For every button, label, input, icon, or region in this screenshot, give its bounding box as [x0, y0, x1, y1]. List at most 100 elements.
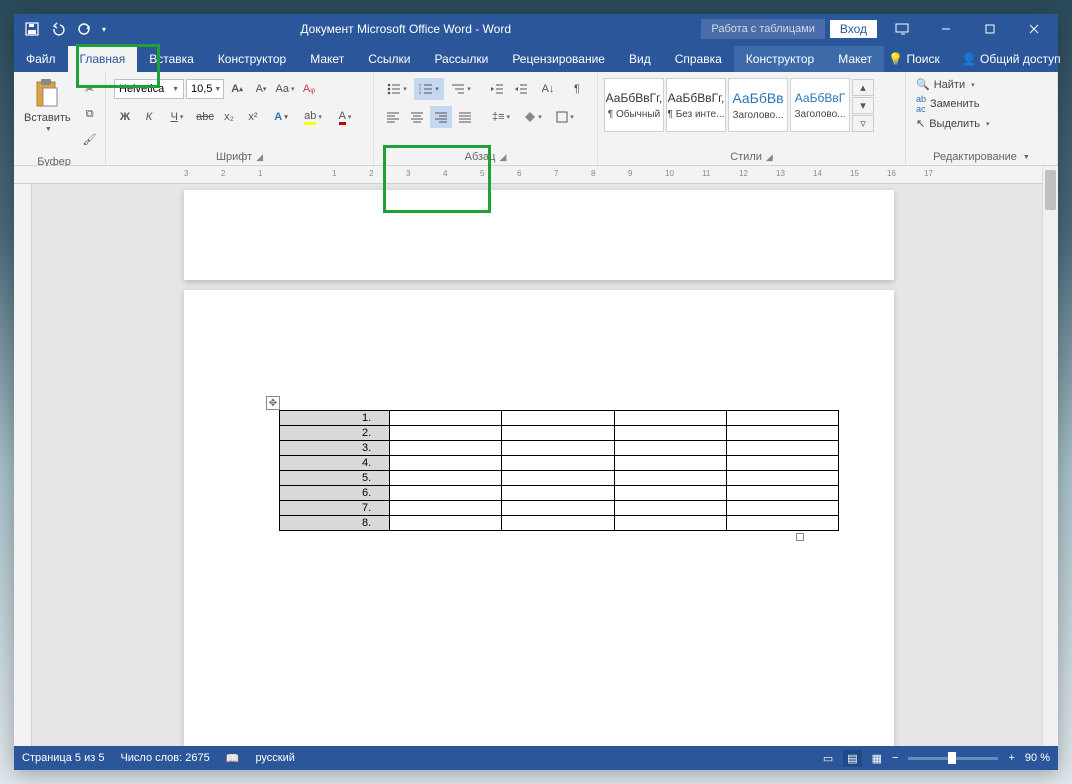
- style-heading2[interactable]: АаБбВвГЗаголово...: [790, 78, 850, 132]
- table-cell[interactable]: [390, 501, 502, 516]
- style-heading1[interactable]: АаБбВвЗаголово...: [728, 78, 788, 132]
- table-cell[interactable]: [726, 471, 838, 486]
- scrollbar-thumb[interactable]: [1045, 170, 1056, 210]
- status-proofing-icon[interactable]: 📖: [226, 752, 240, 765]
- font-name-combo[interactable]: Helvetica▼: [114, 79, 184, 99]
- page-5[interactable]: ✥ 1.2.3.4.5.6.7.8.: [184, 290, 894, 746]
- justify-button[interactable]: [454, 106, 476, 128]
- sort-button[interactable]: A↓: [534, 78, 564, 100]
- italic-button[interactable]: К: [138, 106, 160, 128]
- table-cell[interactable]: [502, 486, 614, 501]
- table-move-handle[interactable]: ✥: [266, 396, 280, 410]
- row-number-cell[interactable]: 4.: [280, 456, 390, 471]
- show-hide-marks-button[interactable]: ¶: [566, 78, 588, 100]
- table-cell[interactable]: [614, 471, 726, 486]
- font-color-button[interactable]: A▾: [330, 106, 360, 128]
- table-cell[interactable]: [614, 516, 726, 531]
- table-cell[interactable]: [502, 501, 614, 516]
- row-number-cell[interactable]: 5.: [280, 471, 390, 486]
- table-cell[interactable]: [614, 411, 726, 426]
- table-cell[interactable]: [390, 486, 502, 501]
- document-table[interactable]: 1.2.3.4.5.6.7.8.: [279, 410, 839, 531]
- grow-font-button[interactable]: A▴: [226, 78, 248, 100]
- zoom-out-button[interactable]: −: [892, 752, 898, 764]
- row-number-cell[interactable]: 6.: [280, 486, 390, 501]
- strikethrough-button[interactable]: abc: [194, 106, 216, 128]
- tab-file[interactable]: Файл: [14, 46, 68, 72]
- table-row[interactable]: 2.: [280, 426, 839, 441]
- table-cell[interactable]: [726, 456, 838, 471]
- style-normal[interactable]: АаБбВвГг,¶ Обычный: [604, 78, 664, 132]
- tab-layout[interactable]: Макет: [298, 46, 356, 72]
- status-word-count[interactable]: Число слов: 2675: [120, 752, 209, 764]
- vertical-scrollbar[interactable]: [1042, 166, 1058, 746]
- minimize-button[interactable]: [926, 15, 966, 43]
- row-number-cell[interactable]: 2.: [280, 426, 390, 441]
- superscript-button[interactable]: x²: [242, 106, 264, 128]
- row-number-cell[interactable]: 7.: [280, 501, 390, 516]
- tab-mailings[interactable]: Рассылки: [422, 46, 500, 72]
- save-button[interactable]: [20, 17, 44, 41]
- styles-scroll-down[interactable]: ▾: [852, 97, 874, 114]
- zoom-in-button[interactable]: +: [1008, 752, 1014, 764]
- tab-table-layout[interactable]: Макет: [826, 46, 884, 72]
- clear-formatting-button[interactable]: Aᵩ: [298, 78, 320, 100]
- table-cell[interactable]: [502, 426, 614, 441]
- multilevel-list-button[interactable]: ▾: [446, 78, 476, 100]
- row-number-cell[interactable]: 8.: [280, 516, 390, 531]
- table-cell[interactable]: [614, 501, 726, 516]
- table-cell[interactable]: [726, 411, 838, 426]
- text-effects-button[interactable]: A▾: [266, 106, 296, 128]
- bold-button[interactable]: Ж: [114, 106, 136, 128]
- table-cell[interactable]: [390, 411, 502, 426]
- table-cell[interactable]: [726, 486, 838, 501]
- table-resize-handle[interactable]: [796, 533, 804, 541]
- table-cell[interactable]: [390, 426, 502, 441]
- table-cell[interactable]: [614, 456, 726, 471]
- redo-button[interactable]: [72, 17, 96, 41]
- tab-table-design[interactable]: Конструктор: [734, 46, 826, 72]
- underline-button[interactable]: Ч▾: [162, 106, 192, 128]
- table-cell[interactable]: [614, 486, 726, 501]
- format-painter-button[interactable]: 🖌: [79, 128, 101, 150]
- highlight-color-button[interactable]: ab▾: [298, 106, 328, 128]
- table-cell[interactable]: [502, 411, 614, 426]
- tab-references[interactable]: Ссылки: [356, 46, 422, 72]
- table-cell[interactable]: [726, 426, 838, 441]
- shrink-font-button[interactable]: A▾: [250, 78, 272, 100]
- table-row[interactable]: 3.: [280, 441, 839, 456]
- table-cell[interactable]: [726, 441, 838, 456]
- font-size-combo[interactable]: 10,5▼: [186, 79, 224, 99]
- table-row[interactable]: 1.: [280, 411, 839, 426]
- increase-indent-button[interactable]: [510, 78, 532, 100]
- zoom-slider-thumb[interactable]: [948, 752, 956, 764]
- tell-me-search[interactable]: 💡 Поиск: [884, 46, 944, 72]
- cut-button[interactable]: ✂: [79, 78, 101, 100]
- table-cell[interactable]: [502, 516, 614, 531]
- undo-button[interactable]: [46, 17, 70, 41]
- align-right-button[interactable]: [430, 106, 452, 128]
- zoom-slider[interactable]: [908, 757, 998, 760]
- table-cell[interactable]: [726, 516, 838, 531]
- copy-button[interactable]: ⧉: [79, 103, 101, 125]
- styles-expand[interactable]: ▿: [852, 115, 874, 132]
- numbering-button[interactable]: 123▾: [414, 78, 444, 100]
- tab-design[interactable]: Конструктор: [206, 46, 298, 72]
- table-row[interactable]: 6.: [280, 486, 839, 501]
- font-dialog-launcher[interactable]: ◢: [256, 152, 263, 163]
- decrease-indent-button[interactable]: [486, 78, 508, 100]
- align-left-button[interactable]: [382, 106, 404, 128]
- table-cell[interactable]: [390, 471, 502, 486]
- view-web-layout[interactable]: ▦: [872, 752, 882, 765]
- pages-viewport[interactable]: I ✥ 1.2.3.4.5.6.7.8.: [32, 184, 1042, 746]
- line-spacing-button[interactable]: ‡≡▾: [486, 106, 516, 128]
- style-no-spacing[interactable]: АаБбВвГг,¶ Без инте...: [666, 78, 726, 132]
- table-cell[interactable]: [390, 441, 502, 456]
- select-button[interactable]: ↖Выделить▾: [916, 117, 989, 130]
- bullets-button[interactable]: ▾: [382, 78, 412, 100]
- paste-button[interactable]: Вставить ▼: [18, 74, 77, 137]
- styles-scroll-up[interactable]: ▴: [852, 79, 874, 96]
- horizontal-ruler[interactable]: 3211234567891011121314151617: [14, 166, 1042, 184]
- qat-customize[interactable]: ▾: [98, 17, 110, 41]
- table-cell[interactable]: [502, 441, 614, 456]
